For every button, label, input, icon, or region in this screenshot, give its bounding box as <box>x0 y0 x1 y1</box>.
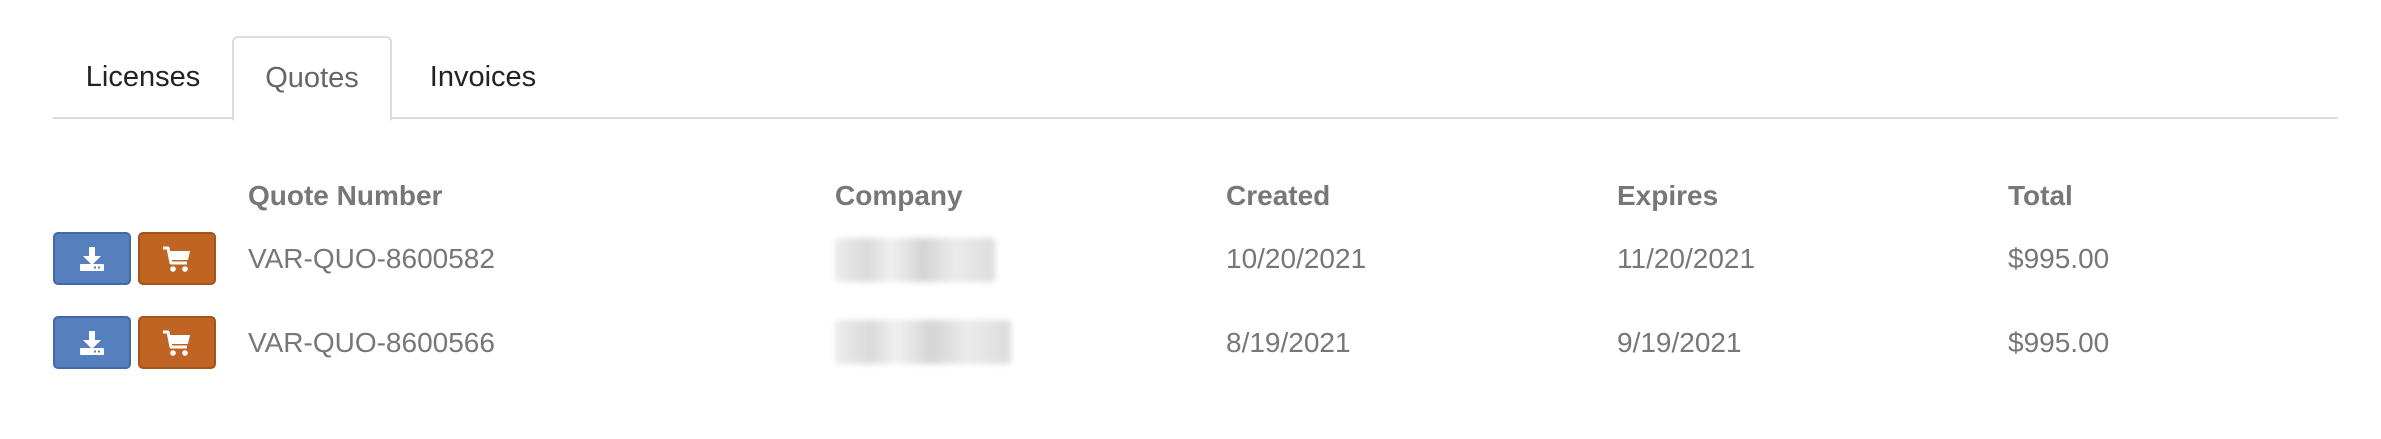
table-row-2-quote-number: VAR-QUO-8600566 <box>248 327 495 358</box>
column-header-company: Company <box>835 180 963 211</box>
cart-icon <box>163 246 190 272</box>
table-row-2-total: $995.00 <box>2008 327 2110 358</box>
redacted-company <box>835 238 995 282</box>
column-header-quote-number: Quote Number <box>248 180 443 211</box>
column-header-expires: Expires <box>1617 180 1719 211</box>
download-icon <box>80 246 104 271</box>
table-row-2-expires: 9/19/2021 <box>1617 327 1742 358</box>
tab-quotes[interactable]: Quotes <box>232 36 392 121</box>
tab-invoices[interactable]: Invoices <box>392 36 574 119</box>
table-row-1-expires: 11/20/2021 <box>1617 243 1756 274</box>
table-row-1-total: $995.00 <box>2008 243 2110 274</box>
tab-licenses[interactable]: Licenses <box>53 36 233 119</box>
download-quote-button[interactable] <box>53 316 131 369</box>
column-header-total: Total <box>2008 180 2073 211</box>
table-row-1-quote-number: VAR-QUO-8600582 <box>248 243 495 274</box>
download-icon <box>80 330 104 355</box>
download-quote-button[interactable] <box>53 232 131 285</box>
add-to-cart-button[interactable] <box>138 232 216 285</box>
redacted-company <box>835 320 1011 364</box>
add-to-cart-button[interactable] <box>138 316 216 369</box>
cart-icon <box>163 330 190 356</box>
column-header-created: Created <box>1226 180 1331 211</box>
table-row-2-created: 8/19/2021 <box>1226 327 1351 358</box>
table-row-1-created: 10/20/2021 <box>1226 243 1367 274</box>
tab-bar: Licenses Quotes Invoices <box>53 36 2338 121</box>
